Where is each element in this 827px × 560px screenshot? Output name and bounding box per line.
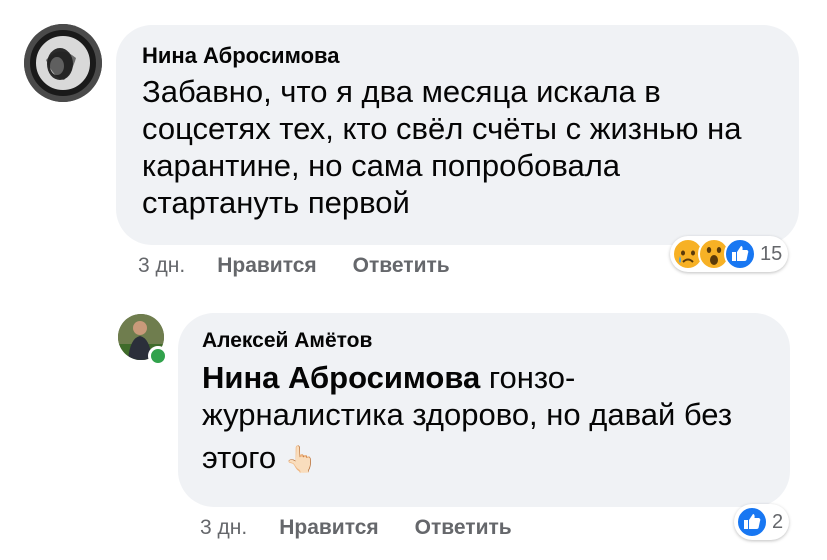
comment-text: Забавно, что я два месяца искала в соцсе…: [142, 73, 773, 221]
comment-text-fragment: гонзо-: [480, 360, 576, 395]
reactions-summary[interactable]: 2: [734, 504, 790, 540]
comment-text-line: Забавно, что я два месяца искала в: [142, 74, 661, 109]
comment-actions: 3 дн. Нравится Ответить: [200, 516, 548, 540]
comment-text: Нина Абросимова гонзо- журналистика здор…: [202, 359, 766, 478]
comment-text-line: этого 👆🏻: [202, 439, 766, 478]
comment-bubble: Алексей Амётов Нина Абросимова гонзо- жу…: [178, 313, 790, 507]
comment-actions: 3 дн. Нравится Ответить: [138, 254, 486, 278]
reactions-summary[interactable]: 15: [670, 236, 789, 272]
comment-text-line: соцсетях тех, кто свёл счёты с жизнью на: [142, 111, 742, 146]
like-icon: [724, 238, 756, 270]
pointing-up-emoji-icon: 👆🏻: [284, 444, 318, 474]
comment-text-fragment: этого: [202, 440, 277, 475]
comment-text-line: журналистика здорово, но давай без: [202, 397, 733, 432]
comment-text-line: карантине, но сама попробовала: [142, 148, 621, 183]
reaction-count: 15: [760, 242, 783, 265]
reply-button[interactable]: Ответить: [415, 516, 512, 540]
like-button[interactable]: Нравится: [279, 516, 378, 540]
online-status-icon: [148, 346, 168, 366]
like-icon: [736, 506, 768, 538]
reaction-count: 2: [772, 510, 784, 533]
comment-author[interactable]: Алексей Амётов: [202, 329, 766, 353]
comment-bubble: Нина Абросимова Забавно, что я два месяц…: [116, 25, 799, 245]
like-button[interactable]: Нравится: [217, 254, 316, 278]
comment-timestamp[interactable]: 3 дн.: [200, 516, 247, 540]
comment-text-line: Нина Абросимова гонзо-: [202, 359, 766, 396]
reply-button[interactable]: Ответить: [353, 254, 450, 278]
comment-text-line: стартануть первой: [142, 185, 410, 220]
avatar[interactable]: [24, 24, 102, 102]
comment-timestamp[interactable]: 3 дн.: [138, 254, 185, 278]
mention-link[interactable]: Нина Абросимова: [202, 360, 480, 395]
comment-author[interactable]: Нина Абросимова: [142, 43, 773, 69]
avatar-image-icon: [24, 24, 102, 102]
